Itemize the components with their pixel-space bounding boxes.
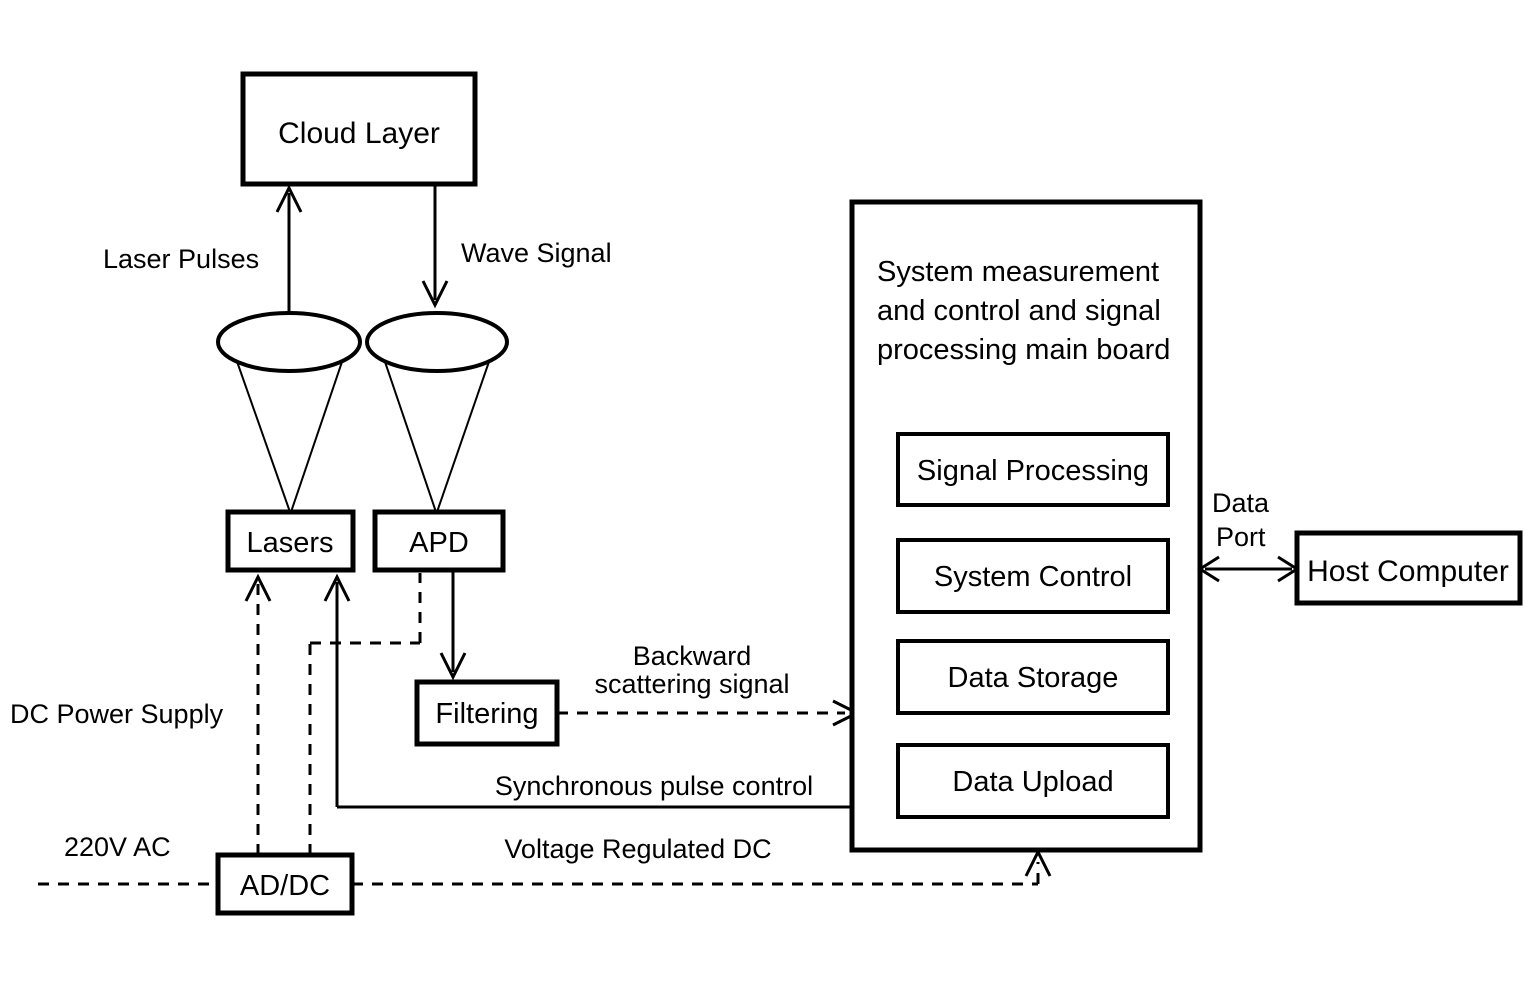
cloud-layer-label: Cloud Layer bbox=[278, 117, 440, 150]
receiver-telescope bbox=[365, 311, 509, 513]
edge-label-backward-line2: scattering signal bbox=[594, 669, 789, 699]
edge-label-backward-line1: Backward bbox=[633, 641, 752, 671]
edge-label-synchronous-pulse-control: Synchronous pulse control bbox=[495, 771, 813, 801]
module-data-storage[interactable]: Data Storage bbox=[896, 639, 1170, 715]
receiver-aperture-ellipse bbox=[365, 311, 509, 373]
node-host-computer[interactable]: Host Computer bbox=[1294, 530, 1523, 606]
edge-label-data-port-line2: Port bbox=[1216, 522, 1266, 552]
edge-data-port: Data Port bbox=[1197, 488, 1300, 583]
edge-label-220v-ac: 220V AC bbox=[64, 832, 171, 862]
edge-apd-to-filtering bbox=[439, 570, 467, 681]
node-lasers[interactable]: Lasers bbox=[225, 509, 356, 573]
edge-dc-power-apd bbox=[308, 573, 422, 855]
edge-label-dc-power-supply: DC Power Supply bbox=[10, 699, 224, 729]
module-signal-processing[interactable]: Signal Processing bbox=[896, 432, 1170, 507]
apd-label: APD bbox=[409, 527, 469, 559]
main-board-label-line1: System measurement bbox=[877, 256, 1159, 288]
system-control-label: System Control bbox=[934, 561, 1132, 593]
edge-wave-signal: Wave Signal bbox=[421, 184, 612, 309]
edge-220v-ac: 220V AC bbox=[38, 832, 218, 886]
signal-processing-label: Signal Processing bbox=[917, 455, 1149, 487]
edge-dc-power-lasers bbox=[244, 573, 272, 855]
transmitter-aperture-ellipse bbox=[216, 311, 362, 373]
module-system-control[interactable]: System Control bbox=[896, 538, 1170, 614]
edge-label-laser-pulses: Laser Pulses bbox=[103, 244, 259, 274]
diagram-canvas: Cloud Layer Laser Pulses Wave Signal Las… bbox=[0, 0, 1536, 983]
transmitter-telescope bbox=[216, 311, 362, 513]
data-storage-label: Data Storage bbox=[948, 662, 1119, 694]
filtering-label: Filtering bbox=[435, 698, 538, 730]
ad-dc-label: AD/DC bbox=[240, 870, 330, 902]
node-ad-dc[interactable]: AD/DC bbox=[215, 852, 355, 916]
lasers-label: Lasers bbox=[246, 527, 333, 559]
main-board-label-line2: and control and signal bbox=[877, 295, 1161, 327]
edge-label-data-port-line1: Data bbox=[1212, 488, 1270, 518]
node-cloud-layer[interactable]: Cloud Layer bbox=[240, 71, 478, 187]
system-block-diagram: Cloud Layer Laser Pulses Wave Signal Las… bbox=[10, 71, 1523, 916]
edge-laser-pulses: Laser Pulses bbox=[103, 184, 303, 325]
data-upload-label: Data Upload bbox=[952, 766, 1113, 798]
node-filtering[interactable]: Filtering bbox=[414, 679, 560, 747]
edge-backward-scattering-signal: Backward scattering signal bbox=[557, 641, 861, 727]
edge-label-voltage-regulated-dc: Voltage Regulated DC bbox=[504, 834, 771, 864]
host-computer-label: Host Computer bbox=[1307, 555, 1509, 588]
edge-label-wave-signal: Wave Signal bbox=[461, 238, 612, 268]
main-board-label-line3: processing main board bbox=[877, 334, 1170, 366]
module-data-upload[interactable]: Data Upload bbox=[896, 743, 1170, 819]
node-apd[interactable]: APD bbox=[372, 509, 506, 573]
